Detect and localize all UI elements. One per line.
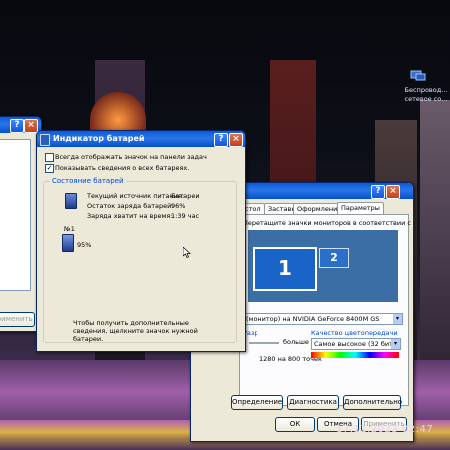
chevron-down-icon: ▾ <box>391 339 400 349</box>
time-label: Заряда хватит на время: <box>87 212 173 220</box>
apply-button[interactable]: Применить <box>0 312 35 327</box>
drag-hint: Перетащите значки мониторов в соответств… <box>243 219 413 227</box>
monitor-1[interactable]: 1 <box>253 247 317 291</box>
close-icon[interactable]: × <box>229 133 243 147</box>
chevron-down-icon: ▾ <box>393 314 402 324</box>
battery-icon <box>65 193 77 209</box>
battery-1-icon[interactable] <box>62 234 74 252</box>
display-select[interactable]: (монитор) на NVIDIA GeForce 8400M GS ▾ <box>243 313 403 325</box>
left-window-titlebar: ? × <box>0 117 41 133</box>
color-spectrum-bar <box>311 352 399 358</box>
battery-window-titlebar: Индикатор батарей ? × <box>37 131 245 147</box>
monitor-2[interactable]: 2 <box>319 248 349 268</box>
camera-timestamp: 17.11.2023 02:47 <box>336 424 434 435</box>
always-show-checkbox[interactable] <box>45 153 54 162</box>
network-icon-glyph <box>410 70 426 81</box>
battery-title-icon <box>40 134 50 146</box>
always-show-label: Всегда отображать значок на панели задач <box>55 153 207 161</box>
troubleshoot-button[interactable]: Определение <box>231 395 283 410</box>
show-details-label: Показывать сведения о всех батареях. <box>55 164 190 172</box>
network-icon-label: Беспровод... сетевое со... <box>404 86 448 103</box>
remaining-label: Остаток заряда батарей: <box>87 202 174 210</box>
color-select[interactable]: Самое высокое (32 бита) ▾ <box>311 338 401 350</box>
battery-hint: Чтобы получить дополнительные сведения, … <box>73 319 198 343</box>
battery-number: №1 <box>64 225 75 233</box>
remaining-value: 96% <box>171 202 186 210</box>
advanced-button[interactable]: Дополнительно <box>343 395 402 410</box>
help-icon[interactable]: ? <box>214 133 228 147</box>
close-icon[interactable]: × <box>24 119 38 133</box>
help-icon[interactable]: ? <box>10 119 24 133</box>
ok-button[interactable]: ОК <box>275 417 315 432</box>
diagnostics-button[interactable]: Диагностика <box>287 395 339 410</box>
tower-right <box>420 100 450 390</box>
display-select-value: (монитор) на NVIDIA GeForce 8400M GS <box>246 315 380 323</box>
close-icon[interactable]: × <box>386 185 400 199</box>
battery-status-group-label: Состояние батарей <box>50 177 126 185</box>
resolution-slider[interactable] <box>249 342 279 344</box>
mouse-cursor-icon <box>182 246 191 260</box>
color-select-value: Самое высокое (32 бита) <box>314 340 400 348</box>
battery-window-title: Индикатор батарей <box>53 134 145 143</box>
source-label: Текущий источник питания: <box>87 192 185 200</box>
battery-meter-window: Индикатор батарей ? × Всегда отображать … <box>36 130 246 352</box>
time-value: 1:39 час <box>171 212 200 220</box>
resolution-more-label: больше <box>283 338 309 346</box>
network-icon[interactable] <box>410 68 426 82</box>
battery-percent: 95% <box>77 241 92 249</box>
help-icon[interactable]: ? <box>371 185 385 199</box>
show-details-checkbox[interactable]: ✓ <box>45 164 54 173</box>
source-value: Батареи <box>171 192 200 200</box>
color-group-label: Качество цветопередачи <box>311 329 398 337</box>
left-window-panel <box>0 139 31 291</box>
